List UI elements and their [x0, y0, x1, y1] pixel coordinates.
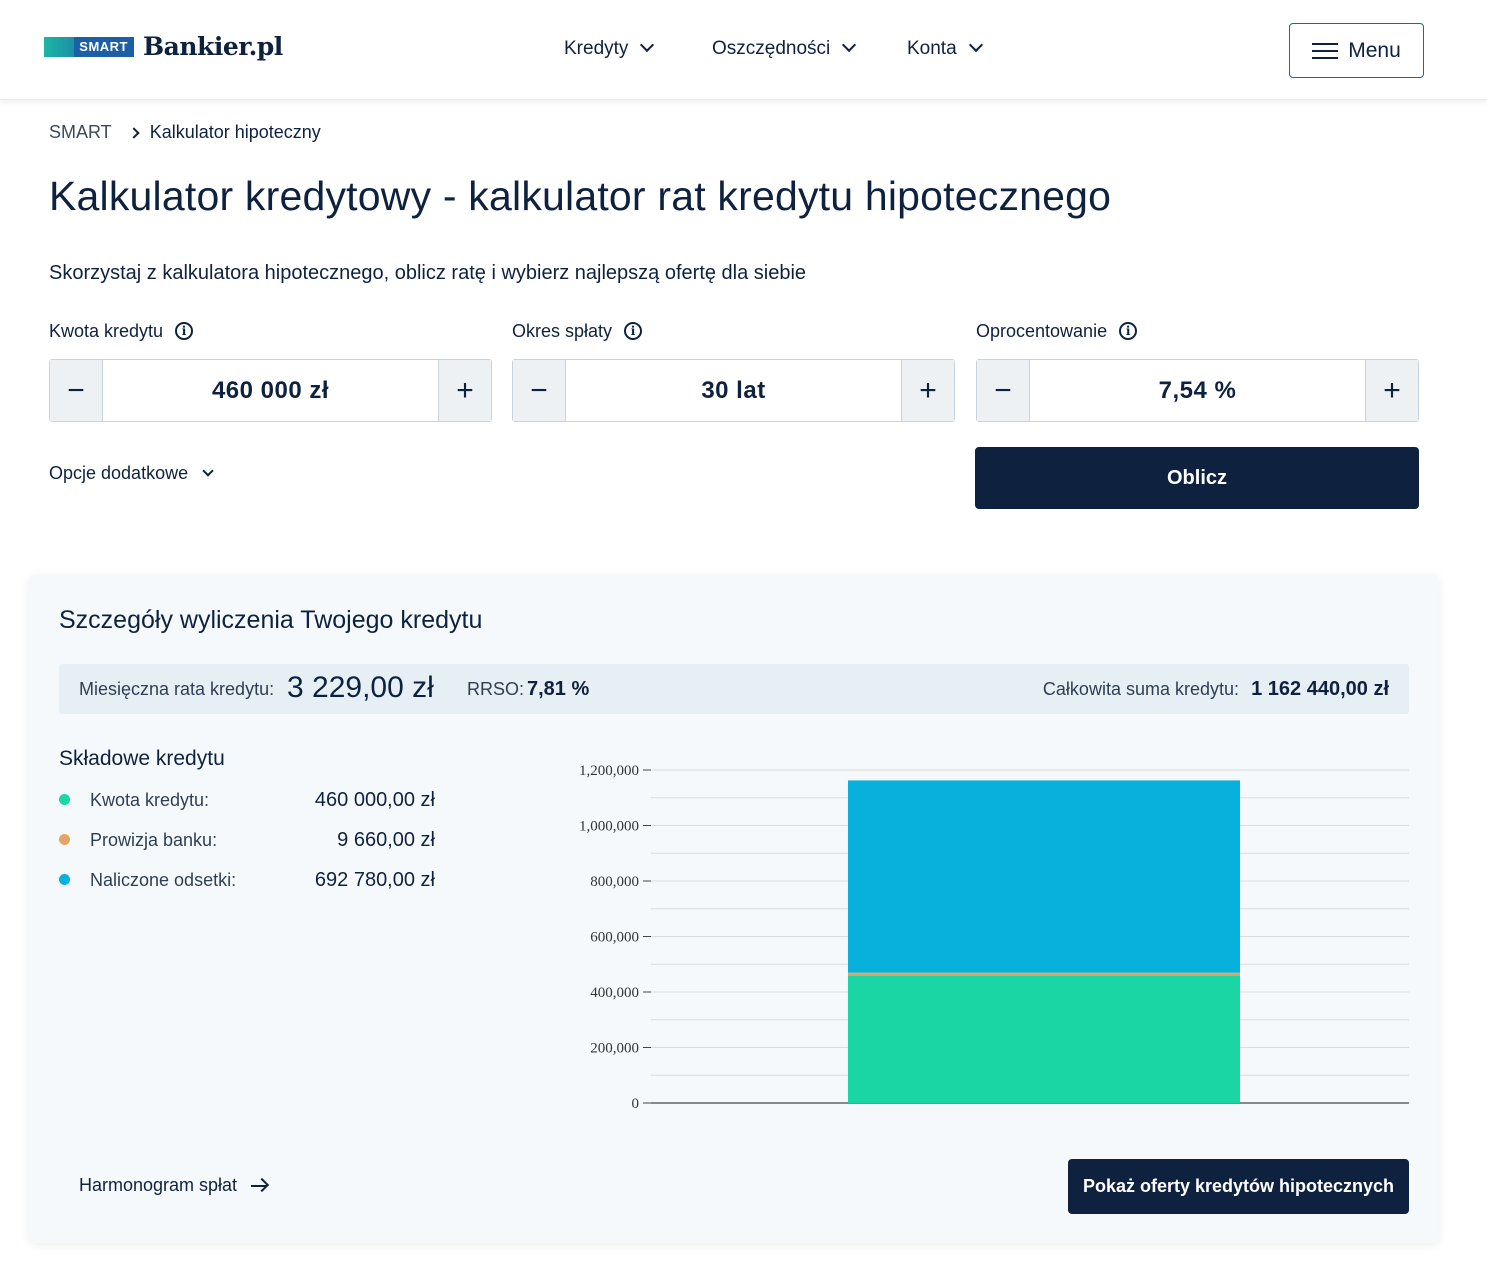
y-tick-label: 200,000 — [590, 1041, 639, 1057]
component-row-loan: Kwota kredytu: 460 000,00 zł — [59, 788, 435, 812]
results-title: Szczegóły wyliczenia Twojego kredytu — [59, 606, 483, 634]
loan-amount-stepper: − 460 000 zł + — [49, 359, 492, 422]
field-label-text: Okres spłaty — [512, 320, 613, 341]
field-label-text: Oprocentowanie — [976, 320, 1108, 341]
menu-label: Menu — [1348, 38, 1401, 62]
loan-components-chart: 0 200,000 400,000 600,000 800,000 1,000,000 1,… — [579, 763, 1409, 1112]
field-label: Okres spłaty i — [512, 320, 955, 342]
total-sum-value: 1 162 440,00 zł — [1251, 678, 1389, 700]
y-tick-label: 800,000 — [590, 874, 639, 890]
loan-period-input[interactable]: 30 lat — [566, 360, 901, 421]
hamburger-icon — [1312, 42, 1339, 59]
component-label: Naliczone odsetki: — [90, 870, 237, 890]
nav-label: Oszczędności — [712, 38, 831, 59]
schedule-link[interactable]: Harmonogram spłat — [79, 1175, 268, 1196]
component-value: 692 780,00 zł — [314, 869, 435, 891]
chevron-down-icon — [640, 37, 655, 53]
component-label: Prowizja banku: — [90, 830, 218, 850]
page-subtitle: Skorzystaj z kalkulatora hipotecznego, o… — [49, 262, 807, 284]
nav-item-konta[interactable]: Konta — [907, 37, 983, 60]
additional-options-label: Opcje dodatkowe — [49, 463, 189, 483]
field-label-text: Kwota kredytu — [49, 320, 164, 341]
page-title: Kalkulator kredytowy - kalkulator rat kr… — [49, 173, 1112, 219]
monthly-payment-value: 3 229,00 zł — [287, 671, 434, 704]
logo-badge: SMART — [44, 36, 134, 57]
results-card: Szczegóły wyliczenia Twojego kredytu Mie… — [29, 575, 1439, 1243]
site-header: SMART Bankier.pl Kredyty Oszczędności Ko… — [0, 0, 1487, 100]
components-title: Składowe kredytu — [59, 747, 225, 770]
breadcrumb-root[interactable]: SMART — [49, 122, 112, 143]
menu-button[interactable]: Menu — [1289, 23, 1424, 78]
field-label: Kwota kredytu i — [49, 320, 492, 342]
y-tick-label: 400,000 — [590, 985, 639, 1001]
y-tick-label: 1,000,000 — [579, 819, 639, 835]
loan-period-stepper: − 30 lat + — [512, 359, 955, 422]
logo-badge-text: SMART — [79, 39, 128, 54]
info-icon[interactable]: i — [175, 322, 194, 340]
legend-dot-icon — [59, 874, 70, 885]
loan-period-field: Okres spłaty i − 30 lat + — [512, 320, 955, 422]
bar-segment-0 — [848, 975, 1240, 1103]
total-sum-label: Całkowita suma kredytu: — [1042, 679, 1239, 699]
loan-amount-input[interactable]: 460 000 zł — [103, 360, 438, 421]
monthly-payment-label: Miesięczna rata kredytu: — [79, 679, 275, 699]
chevron-down-icon — [202, 464, 214, 477]
arrow-right-icon — [251, 1184, 268, 1187]
chevron-down-icon — [842, 37, 857, 53]
nav-label: Konta — [907, 38, 957, 59]
rrso-label: RRSO: — [467, 679, 525, 699]
field-label: Oprocentowanie i — [976, 320, 1419, 342]
decrement-button[interactable]: − — [513, 360, 566, 421]
chevron-down-icon — [968, 37, 983, 53]
legend-dot-icon — [59, 794, 70, 805]
bar-segment-1 — [848, 972, 1240, 976]
info-icon[interactable]: i — [624, 322, 643, 340]
nav-item-oszczednosci[interactable]: Oszczędności — [712, 37, 857, 60]
interest-rate-field: Oprocentowanie i − 7,54 % + — [976, 320, 1419, 422]
increment-button[interactable]: + — [901, 360, 954, 421]
nav-label: Kredyty — [564, 38, 629, 59]
component-value: 9 660,00 zł — [337, 829, 435, 851]
component-row-fee: Prowizja banku: 9 660,00 zł — [59, 828, 435, 852]
info-icon[interactable]: i — [1119, 322, 1138, 340]
component-row-interest: Naliczone odsetki: 692 780,00 zł — [59, 868, 435, 892]
legend-dot-icon — [59, 834, 70, 845]
bar-segment-2 — [848, 780, 1240, 973]
additional-options-toggle[interactable]: Opcje dodatkowe — [49, 463, 214, 484]
logo[interactable]: SMART Bankier.pl — [44, 32, 283, 61]
decrement-button[interactable]: − — [50, 360, 103, 421]
y-tick-label: 0 — [632, 1096, 640, 1112]
y-tick-label: 1,200,000 — [579, 763, 639, 779]
results-summary: Miesięczna rata kredytu: 3 229,00 zł RRS… — [59, 664, 1409, 714]
breadcrumb-current: Kalkulator hipoteczny — [149, 122, 321, 142]
loan-amount-field: Kwota kredytu i − 460 000 zł + — [49, 320, 492, 422]
calculate-button[interactable]: Oblicz — [975, 447, 1419, 509]
schedule-link-label: Harmonogram spłat — [79, 1175, 238, 1195]
interest-rate-input[interactable]: 7,54 % — [1030, 360, 1365, 421]
y-tick-label: 600,000 — [590, 930, 639, 946]
logo-text: Bankier.pl — [143, 32, 283, 61]
component-value: 460 000,00 zł — [314, 789, 435, 811]
increment-button[interactable]: + — [1365, 360, 1418, 421]
increment-button[interactable]: + — [438, 360, 491, 421]
interest-rate-stepper: − 7,54 % + — [976, 359, 1419, 422]
show-offers-button[interactable]: Pokaż oferty kredytów hipotecznych — [1068, 1159, 1409, 1214]
component-label: Kwota kredytu: — [90, 790, 210, 810]
chevron-right-icon — [128, 126, 140, 139]
decrement-button[interactable]: − — [977, 360, 1030, 421]
breadcrumb: SMART Kalkulator hipoteczny — [49, 122, 321, 143]
rrso-value: 7,81 % — [527, 678, 590, 700]
nav-item-kredyty[interactable]: Kredyty — [564, 37, 655, 60]
